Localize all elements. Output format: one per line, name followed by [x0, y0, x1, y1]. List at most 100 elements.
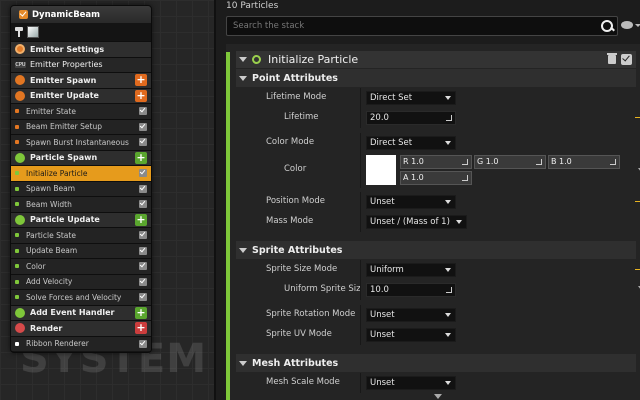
settings-icon [15, 44, 25, 55]
color-g-field[interactable]: G 1.0 [474, 155, 546, 169]
row-label: Spawn Beam [26, 184, 76, 194]
group-row-emitter-settings[interactable]: Emitter Settings [11, 41, 151, 57]
position-mode-dropdown[interactable]: Unset [366, 195, 456, 209]
module-enabled-checkbox[interactable] [621, 54, 632, 65]
add-module-button[interactable]: + [135, 322, 147, 335]
module-row-particle-state[interactable]: Particle State [11, 227, 151, 243]
group-row-particle-spawn[interactable]: Particle Spawn + [11, 149, 151, 165]
module-enabled-checkbox[interactable] [139, 293, 147, 302]
module-header-initialize-particle[interactable]: Initialize Particle [236, 51, 636, 68]
sprite-uv-mode-dropdown[interactable]: Unset [366, 328, 456, 342]
emitter-node[interactable]: DynamicBeam Emitter Settings CPU Emitter P… [10, 5, 152, 353]
module-stack: Initialize Particle Point Attributes Lif… [226, 44, 640, 400]
reset-to-default-icon[interactable] [635, 196, 640, 202]
system-overview-graph[interactable]: SYSTEM DynamicBeam Emitter Settings CPU Em… [0, 0, 214, 400]
row-label: Particle State [26, 230, 76, 240]
group-row-emitter-properties[interactable]: CPU Emitter Properties [11, 56, 151, 72]
category-point-attributes[interactable]: Point Attributes [236, 69, 636, 87]
emitter-node-toolbar [11, 23, 151, 41]
add-module-button[interactable]: + [135, 74, 147, 87]
add-module-button[interactable]: + [135, 306, 147, 319]
module-enabled-checkbox[interactable] [139, 246, 147, 255]
emitter-spawn-icon [15, 75, 25, 86]
collapse-arrow-icon[interactable] [239, 360, 247, 366]
row-label: Update Beam [26, 246, 78, 256]
color-r-field[interactable]: R 1.0 [400, 155, 472, 169]
module-enabled-checkbox[interactable] [139, 200, 147, 209]
module-row-emitter-state[interactable]: Emitter State [11, 103, 151, 119]
prop-color-mode: Color Mode Direct Set [236, 133, 636, 153]
prop-lifetime-mode: Lifetime Mode Direct Set [236, 88, 636, 108]
collapse-arrow-icon[interactable] [239, 75, 247, 81]
module-enabled-checkbox[interactable] [139, 339, 147, 348]
group-row-add-event-handler[interactable]: Add Event Handler + [11, 304, 151, 320]
scroll-more-arrow-icon[interactable] [434, 394, 442, 399]
module-row-beam-emitter-setup[interactable]: Beam Emitter Setup [11, 118, 151, 134]
group-row-emitter-update[interactable]: Emitter Update + [11, 87, 151, 103]
render-icon [15, 323, 25, 334]
reset-to-default-icon[interactable] [635, 264, 640, 270]
module-enabled-checkbox[interactable] [139, 122, 147, 131]
row-label: Particle Update [30, 215, 100, 225]
lifetime-input[interactable]: 20.0 [366, 111, 456, 125]
prop-lifetime: Lifetime 20.0 [236, 108, 640, 128]
module-enabled-checkbox[interactable] [139, 277, 147, 286]
sprite-rotation-mode-dropdown[interactable]: Unset [366, 308, 456, 322]
collapse-arrow-icon[interactable] [239, 247, 247, 253]
category-title: Sprite Attributes [252, 244, 343, 256]
stage-color-bar [226, 52, 230, 400]
module-row-solve-forces-and-velocity[interactable]: Solve Forces and Velocity [11, 289, 151, 305]
module-stage-dot [15, 202, 19, 206]
module-row-spawn-burst-instantaneous[interactable]: Spawn Burst Instantaneous [11, 134, 151, 150]
category-sprite-attributes[interactable]: Sprite Attributes [236, 241, 636, 259]
module-enabled-checkbox[interactable] [139, 169, 147, 178]
add-module-button[interactable]: + [135, 213, 147, 226]
module-enabled-checkbox[interactable] [139, 231, 147, 240]
module-row-add-velocity[interactable]: Add Velocity [11, 273, 151, 289]
group-row-particle-update[interactable]: Particle Update + [11, 211, 151, 227]
prop-label: Color [284, 164, 307, 174]
module-row-initialize-particle[interactable]: Initialize Particle [11, 165, 151, 181]
emitter-node-header[interactable]: DynamicBeam [11, 6, 151, 23]
module-row-update-beam[interactable]: Update Beam [11, 242, 151, 258]
mass-mode-dropdown[interactable]: Unset / (Mass of 1) [366, 215, 467, 229]
reset-to-default-icon[interactable] [635, 112, 640, 118]
stack-search-box[interactable] [226, 16, 618, 36]
module-row-spawn-beam[interactable]: Spawn Beam [11, 180, 151, 196]
color-a-field[interactable]: A 1.0 [400, 171, 472, 185]
module-enabled-checkbox[interactable] [139, 107, 147, 116]
group-row-render[interactable]: Render + [11, 320, 151, 336]
particle-spawn-icon [15, 152, 25, 163]
color-swatch[interactable] [366, 155, 396, 185]
lifetime-mode-dropdown[interactable]: Direct Set [366, 91, 456, 105]
uniform-sprite-size-input[interactable]: 10.0 [366, 283, 456, 297]
delete-icon[interactable] [607, 53, 617, 64]
category-title: Mesh Attributes [252, 357, 339, 369]
stack-search-input[interactable] [227, 21, 599, 31]
prop-label: Position Mode [266, 196, 325, 206]
module-enabled-checkbox[interactable] [139, 184, 147, 193]
pin-icon[interactable] [15, 27, 23, 37]
module-row-color[interactable]: Color [11, 258, 151, 274]
module-row-ribbon-renderer[interactable]: Ribbon Renderer [11, 335, 151, 351]
module-row-beam-width[interactable]: Beam Width [11, 196, 151, 212]
module-stage-dot [15, 264, 19, 268]
module-enabled-checkbox[interactable] [139, 262, 147, 271]
collapse-arrow-icon[interactable] [239, 57, 247, 62]
prop-label: Uniform Sprite Size [284, 284, 360, 294]
particle-count: 10 Particles [226, 1, 279, 11]
row-label: Emitter Properties [30, 60, 103, 70]
mesh-scale-mode-dropdown[interactable]: Unset [366, 376, 456, 390]
prop-mass-mode: Mass Mode Unset / (Mass of 1) [236, 212, 636, 232]
sprite-size-mode-dropdown[interactable]: Uniform [366, 263, 456, 277]
color-b-field[interactable]: B 1.0 [548, 155, 620, 169]
add-module-button[interactable]: + [135, 151, 147, 164]
emitter-enabled-checkbox[interactable] [19, 10, 28, 19]
add-module-button[interactable]: + [135, 89, 147, 102]
search-icon[interactable] [599, 18, 615, 34]
module-enabled-checkbox[interactable] [139, 138, 147, 147]
group-row-emitter-spawn[interactable]: Emitter Spawn + [11, 72, 151, 88]
color-mode-dropdown[interactable]: Direct Set [366, 136, 456, 150]
category-mesh-attributes[interactable]: Mesh Attributes [236, 354, 636, 372]
visibility-eye-icon[interactable] [621, 20, 640, 32]
